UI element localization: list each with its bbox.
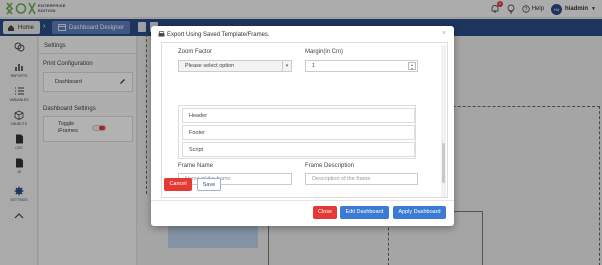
frame-description-label: Frame Description bbox=[305, 163, 355, 169]
edit-dashboard-button[interactable]: Edit Dashboard bbox=[340, 206, 389, 219]
zoom-factor-label: Zoom Factor bbox=[178, 49, 213, 55]
zoom-factor-value: Please select option bbox=[185, 63, 235, 69]
zoom-factor-select[interactable]: Please select option ▾ bbox=[178, 60, 292, 72]
apply-dashboard-button[interactable]: Apply Dashboard bbox=[393, 206, 446, 219]
frame-description-input[interactable]: Description of the frame bbox=[305, 173, 418, 185]
number-spinner-icon[interactable]: ▴ ▾ bbox=[408, 62, 416, 71]
frame-name-label: Frame Name bbox=[178, 163, 214, 169]
footer-divider bbox=[151, 200, 454, 201]
list-item[interactable]: Footer bbox=[182, 125, 415, 140]
list-item[interactable]: Header bbox=[182, 108, 415, 123]
export-dialog: Export Using Saved Template/Frames. × Zo… bbox=[151, 26, 454, 226]
margin-value: 1 bbox=[312, 63, 316, 69]
frame-name-input[interactable]: Name of the frame bbox=[178, 173, 292, 185]
chevron-down-icon: ▾ bbox=[282, 61, 291, 71]
close-button[interactable]: Close bbox=[313, 206, 337, 219]
dialog-title: Export Using Saved Template/Frames. bbox=[158, 31, 270, 38]
dialog-title-text: Export Using Saved Template/Frames. bbox=[167, 31, 270, 38]
frames-list: Header Footer Script bbox=[178, 105, 416, 159]
cancel-button[interactable]: Cancel bbox=[164, 178, 192, 191]
close-icon[interactable]: × bbox=[442, 30, 446, 37]
scrollbar-thumb[interactable] bbox=[442, 143, 445, 183]
margin-input[interactable]: 1 ▴ ▾ bbox=[305, 60, 418, 72]
margin-label: Margin(in Cm) bbox=[305, 49, 344, 55]
print-icon bbox=[158, 31, 165, 37]
save-button[interactable]: Save bbox=[197, 178, 221, 191]
list-item[interactable]: Script bbox=[182, 142, 415, 157]
dialog-body: Zoom Factor Please select option ▾ Margi… bbox=[161, 42, 448, 198]
